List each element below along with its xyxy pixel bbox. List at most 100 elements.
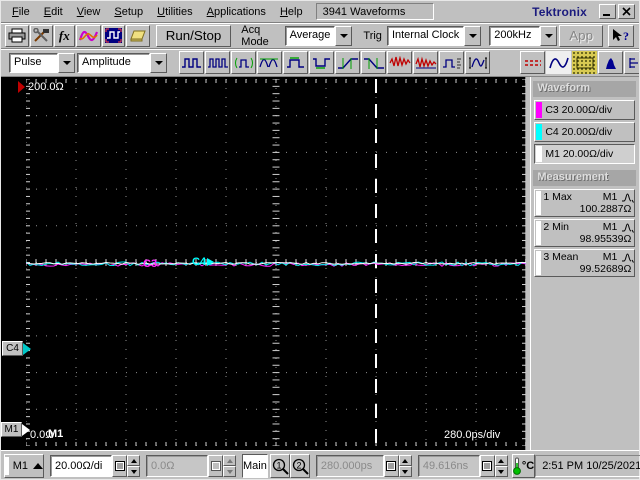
meas-rise-time-button[interactable] [335,51,360,74]
mag1-view-button[interactable]: 1 [269,454,290,478]
spin-up-button[interactable] [398,455,412,466]
vertical-scale-keypad-button[interactable] [112,455,127,477]
spin-down-button[interactable] [398,466,412,477]
meas-class-select[interactable]: Pulse [9,52,75,73]
clear-button[interactable] [125,24,150,47]
meas-class-dropdown-button[interactable] [58,52,75,73]
acq-mode-dropdown-button[interactable] [335,25,353,46]
context-help-button[interactable]: ? [608,24,635,47]
menu-setup[interactable]: Setup [107,3,150,20]
meas-amplitude-button[interactable] [179,51,204,74]
vertical-histogram-icon [628,57,638,68]
meas-middle-button[interactable] [205,51,230,74]
tools-button[interactable] [30,24,53,47]
main-view-button[interactable]: Main [242,454,268,478]
waveform-display-button[interactable] [546,51,571,74]
run-stop-button[interactable]: Run/Stop [155,24,232,47]
trigger-level-marker[interactable] [18,81,25,93]
keypad-icon [210,461,221,471]
meas-noise-rms-button[interactable] [413,51,438,74]
minimize-button[interactable] [599,4,616,19]
vertical-offset-input[interactable]: 0.0Ω [146,455,208,477]
app-button[interactable]: App [559,24,604,47]
print-button[interactable] [5,24,29,47]
magnifier-1-icon: 1 [272,458,289,475]
m1-color-swatch [536,146,543,162]
readout-display-button[interactable] [572,51,597,74]
source-value: M1 [12,460,28,472]
meas-fall-time-button[interactable] [361,51,386,74]
meas-pulse-params-button[interactable] [439,51,464,74]
c4-trace-label[interactable]: C4 [192,256,215,268]
measurement-stripe [536,221,542,245]
chevron-down-icon [498,469,505,474]
horizontal-scale-keypad-button[interactable] [383,455,399,477]
channel-button-c4[interactable]: C4 20.00Ω/div [534,122,636,142]
measurement-index: 3 [543,251,550,263]
trig-source-dropdown-button[interactable] [464,25,482,46]
meas-gated-button[interactable] [231,51,256,74]
cursors-button[interactable] [520,51,545,74]
waveform-db-button[interactable] [75,24,101,47]
menu-help[interactable]: Help [273,3,310,20]
trig-rate-dropdown-button[interactable] [540,25,558,46]
autoset-button[interactable] [101,24,125,47]
vertical-offset-field: 0.0Ω [146,455,236,477]
formula-button[interactable]: fx [54,24,75,47]
chevron-up-icon [226,458,233,463]
measurement-button-mean[interactable]: 3 Mean M1 99.52689Ω [534,249,636,277]
temperature-button[interactable]: °C [511,454,536,478]
trig-source-select[interactable]: Internal Clock [386,25,482,46]
menu-file[interactable]: File [5,3,37,20]
channel-button-c3[interactable]: C3 20.00Ω/div [534,100,636,120]
trig-rate-select[interactable]: 200kHz [489,25,558,46]
vertical-histogram-button[interactable] [624,51,639,74]
chevron-down-icon [130,469,137,474]
help-pointer-icon: ? [613,29,629,43]
menu-utilities[interactable]: Utilities [150,3,199,20]
horizontal-position-keypad-button[interactable] [479,455,495,477]
c4-trace-marker-icon [207,258,215,267]
menu-view[interactable]: View [70,3,108,20]
horizontal-scale-spinner [398,455,412,477]
horizontal-position-input[interactable]: 49.616ns [417,455,480,477]
acq-mode-select[interactable]: Average [284,25,353,46]
window-title: 3941 Waveforms [315,3,434,20]
meas-neg-width-button[interactable] [309,51,334,74]
meas-bracket-wave-button[interactable] [465,51,490,74]
mag2-view-button[interactable]: 2 [289,454,310,478]
m1-channel-marker[interactable]: M1 [1,422,30,437]
spin-down-button[interactable] [127,466,140,477]
trig-label: Trig [363,29,382,42]
close-button[interactable] [618,4,635,19]
horizontal-scale-input[interactable]: 280.000ps [315,455,384,477]
spin-up-button[interactable] [223,455,236,466]
c4-channel-marker[interactable]: C4 [2,341,31,356]
main-toolbar: fx Run/Stop Acq Mode Average Trig Intern… [1,23,639,49]
minimize-icon [603,14,610,16]
histogram-button[interactable] [598,51,623,74]
m1-marker-arrow-icon [22,423,30,436]
menu-applications[interactable]: Applications [200,3,273,20]
channel-button-m1[interactable]: M1 20.00Ω/div [534,144,636,164]
source-select-button[interactable]: M1 [4,454,44,478]
meas-type-dropdown-button[interactable] [150,52,167,73]
meas-pos-width-button[interactable] [283,51,308,74]
spin-down-button[interactable] [223,466,236,477]
meas-noise-button[interactable] [387,51,412,74]
meas-peaks-button[interactable] [257,51,282,74]
menu-edit[interactable]: Edit [37,3,70,20]
measurement-button-min[interactable]: 2 Min M1 98.95539Ω [534,219,636,247]
spin-down-button[interactable] [494,466,508,477]
meas-type-select[interactable]: Amplitude [77,52,167,73]
vertical-offset-keypad-button[interactable] [208,455,223,477]
vertical-scale-field: 20.00Ω/di [50,455,140,477]
chevron-down-icon [468,33,477,38]
measurement-button-max[interactable]: 1 Max M1 100.2887Ω [534,189,636,217]
spin-up-button[interactable] [127,455,140,466]
vertical-scale-input[interactable]: 20.00Ω/di [50,455,112,477]
spin-up-button[interactable] [494,455,508,466]
waveform-display: 200.0Ω 0.0Ω M1 280.0ps/div C3 C4 C4 M1 [1,77,526,450]
fall-time-icon [363,57,384,69]
graticule [26,79,526,446]
